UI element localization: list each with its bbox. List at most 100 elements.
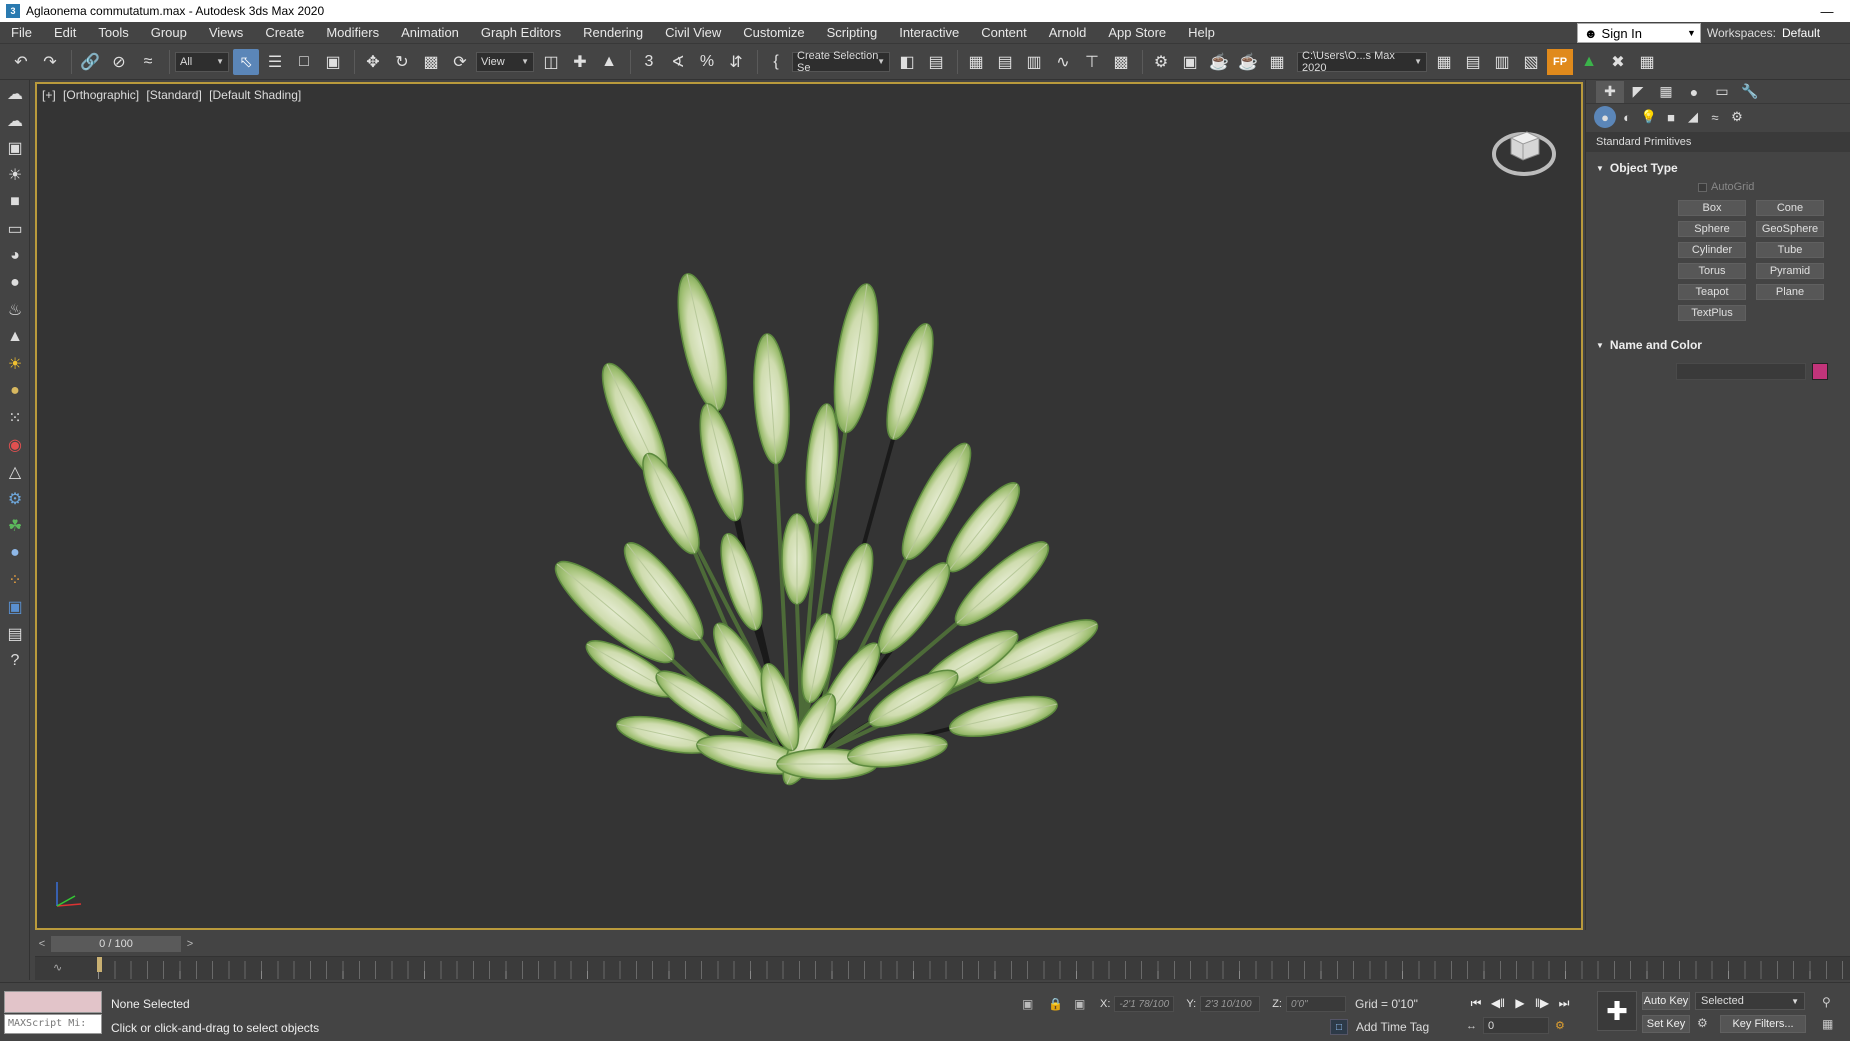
render-setup-icon[interactable]: ⚙ [1148,49,1174,75]
camera-icon[interactable]: ■ [0,188,30,215]
named-selection-set-combo[interactable]: Create Selection Se ▼ [792,50,890,74]
more-tools-icon[interactable]: ▦ [1634,49,1660,75]
cloud-icon[interactable]: ☁ [0,107,30,134]
shapes-icon[interactable]: ◐ [1616,106,1638,128]
snaps-toggle-icon[interactable]: 3 [636,49,662,75]
hierarchy-tab-icon[interactable]: ▦ [1652,81,1680,103]
maxscript-listener-output[interactable] [4,991,102,1013]
set-key-button[interactable]: Set Key [1642,1015,1690,1033]
current-frame-field[interactable]: 0 [1483,1017,1549,1034]
color-palette-icon[interactable]: ⁘ [0,566,30,593]
viewport-shading-menu[interactable]: [Default Shading] [209,88,301,102]
viewport-point-of-view-menu[interactable]: [Orthographic] [63,88,139,102]
pivot-center-icon[interactable]: ◫ [538,49,564,75]
utilities-tab-icon[interactable]: 🔧 [1736,81,1764,103]
time-config-arrows-icon[interactable]: ↔ [1466,1020,1477,1032]
cone-button[interactable]: Cone [1756,200,1824,216]
menu-interactive[interactable]: Interactive [888,22,970,44]
viewport-navigation-icon[interactable]: ▦ [1822,1017,1833,1031]
pyramid-button[interactable]: Pyramid [1756,263,1824,279]
plane-button[interactable]: Plane [1756,284,1824,300]
edit-named-selection-icon[interactable]: { [763,49,789,75]
cameras-icon[interactable]: ■ [1660,106,1682,128]
motion-tab-icon[interactable]: ● [1680,81,1708,103]
viewport-standard-menu[interactable]: [Standard] [146,88,201,102]
railclone-icon[interactable]: ▲ [1576,49,1602,75]
tools-icon[interactable]: ✖ [1605,49,1631,75]
rotate-icon[interactable]: ↻ [389,49,415,75]
menu-app-store[interactable]: App Store [1097,22,1177,44]
systems-icon[interactable]: ⚙ [1726,106,1748,128]
key-mode-selector[interactable]: Selected ▼ [1695,992,1805,1010]
bind-spacewarp-icon[interactable]: ≈ [135,49,161,75]
track-bar[interactable]: ∿ [35,956,1850,980]
clipboard-icon[interactable]: ▤ [0,620,30,647]
sphere-icon[interactable]: ● [0,269,30,296]
geometry-icon[interactable]: ● [1594,106,1616,128]
menu-customize[interactable]: Customize [732,22,815,44]
render-window-icon[interactable]: ▣ [0,593,30,620]
redo-icon[interactable]: ↷ [37,49,63,75]
lights-icon[interactable]: 💡 [1638,106,1660,128]
play-icon[interactable]: ▶ [1509,993,1531,1013]
toggle-ribbon-icon[interactable]: ▥ [1021,49,1047,75]
select-by-name-icon[interactable]: ☰ [262,49,288,75]
viewport-general-menu[interactable]: [+] [42,88,56,102]
link-icon[interactable]: 🔗 [77,49,103,75]
viewport-label-menu[interactable]: [+] [Orthographic] [Standard] [Default S… [42,88,305,102]
name-and-color-header[interactable]: ▼ Name and Color [1586,335,1850,355]
helpers-icon[interactable]: ◢ [1682,106,1704,128]
frame-icon[interactable]: ▣ [0,134,30,161]
scale-icon[interactable]: ▩ [418,49,444,75]
teapot-icon[interactable]: ♨ [0,296,30,323]
auto-key-button[interactable]: Auto Key [1642,992,1690,1010]
set-keys-icon[interactable]: ✚ [1597,991,1637,1031]
schematic-view-icon[interactable]: ⊤ [1079,49,1105,75]
create-tab-icon[interactable]: ✚ [1596,80,1624,103]
percent-snap-icon[interactable]: % [694,49,720,75]
key-filters-button[interactable]: Key Filters... [1720,1015,1806,1033]
viewport-orthographic[interactable]: [+] [Orthographic] [Standard] [Default S… [35,82,1583,930]
absolute-mode-icon[interactable]: ▣ [1074,997,1092,1011]
help-icon[interactable]: ? [0,647,30,674]
lock-selection-icon[interactable]: 🔒 [1048,997,1066,1011]
current-frame-marker[interactable] [97,957,102,972]
batch-render-icon[interactable]: ▧ [1518,49,1544,75]
time-configuration-icon[interactable]: ⚙ [1555,1019,1565,1032]
object-color-swatch[interactable] [1812,363,1828,380]
menu-arnold[interactable]: Arnold [1038,22,1098,44]
menu-animation[interactable]: Animation [390,22,470,44]
keyboard-shortcut-override-icon[interactable]: ▲ [596,49,622,75]
torus-button[interactable]: Torus [1678,263,1746,279]
menu-create[interactable]: Create [254,22,315,44]
teapot-button[interactable]: Teapot [1678,284,1746,300]
scene-explorer-icon[interactable]: ▦ [963,49,989,75]
material-ball-icon[interactable]: ● [0,539,30,566]
grass-icon[interactable]: ☘ [0,512,30,539]
z-coordinate-field[interactable]: 0'0" [1285,996,1346,1012]
angle-snap-icon[interactable]: ∢ [665,49,691,75]
viewcube-icon[interactable] [1489,116,1559,186]
select-object-icon[interactable]: ⬁ [233,48,259,75]
forest-pack-icon[interactable]: FP [1547,48,1573,75]
y-coordinate-field[interactable]: 2'3 10/100 [1200,996,1261,1012]
box-button[interactable]: Box [1678,200,1746,216]
isolate-selection-icon[interactable]: ▣ [1022,997,1040,1011]
space-warps-icon[interactable]: ≈ [1704,106,1726,128]
menu-scripting[interactable]: Scripting [816,22,889,44]
menu-group[interactable]: Group [140,22,198,44]
menu-help[interactable]: Help [1177,22,1226,44]
window-crossing-icon[interactable]: ▣ [320,49,346,75]
menu-content[interactable]: Content [970,22,1038,44]
scene-states-icon[interactable]: ▥ [1489,49,1515,75]
reference-coordinate-combo[interactable]: View ▼ [476,51,534,72]
previous-frame-icon[interactable]: ◀‖ [1487,993,1509,1013]
rectangular-selection-icon[interactable]: □ [291,49,317,75]
rendered-frame-window-icon[interactable]: ▣ [1177,49,1203,75]
material-editor-icon[interactable]: ▩ [1108,49,1134,75]
autogrid-checkbox[interactable]: AutoGrid [1698,178,1850,196]
maxscript-mini-listener[interactable]: MAXScript Mi: [4,1014,102,1034]
x-coordinate-field[interactable]: -2'1 78/100 [1114,996,1175,1012]
particles-icon[interactable]: ⁙ [0,404,30,431]
settings-icon[interactable]: ⚙ [0,485,30,512]
